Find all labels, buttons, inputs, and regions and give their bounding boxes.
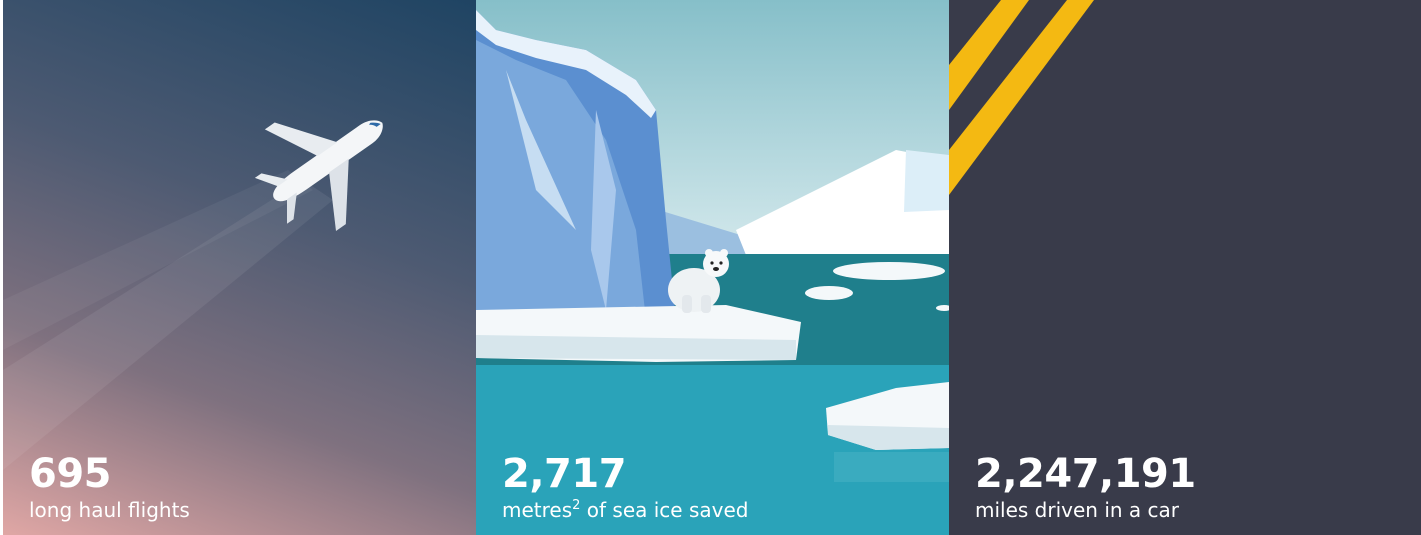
road-stripes-icon	[949, 0, 1094, 195]
sea-ice-label-suffix: of sea ice saved	[580, 498, 749, 522]
car-panel: 2,247,191 miles driven in a car	[949, 0, 1421, 535]
sea-ice-value: 2,717	[502, 451, 627, 497]
sea-ice-panel: 2,717 metres2 of sea ice saved	[476, 0, 949, 535]
flights-value: 695	[29, 451, 111, 497]
ice-reflection	[834, 452, 949, 482]
ice-floe-small	[833, 262, 945, 280]
contrail-beam	[3, 180, 333, 470]
car-stat: 2,247,191 miles driven in a car	[975, 452, 1196, 524]
sea-ice-stat: 2,717 metres2 of sea ice saved	[502, 452, 748, 524]
car-label: miles driven in a car	[975, 498, 1180, 522]
sea-ice-label: metres2 of sea ice saved	[502, 496, 748, 524]
ice-floe-small	[805, 286, 853, 300]
flights-panel: 695 long haul flights	[3, 0, 476, 535]
stats-strip: 695 long haul flights 2,717 metres2 of s…	[0, 0, 1421, 535]
flights-stat: 695 long haul flights	[29, 452, 190, 524]
snow-mountain-shade	[904, 150, 949, 212]
sea-ice-label-prefix: metres	[502, 498, 573, 522]
flights-label: long haul flights	[29, 498, 190, 522]
car-value: 2,247,191	[975, 451, 1196, 497]
